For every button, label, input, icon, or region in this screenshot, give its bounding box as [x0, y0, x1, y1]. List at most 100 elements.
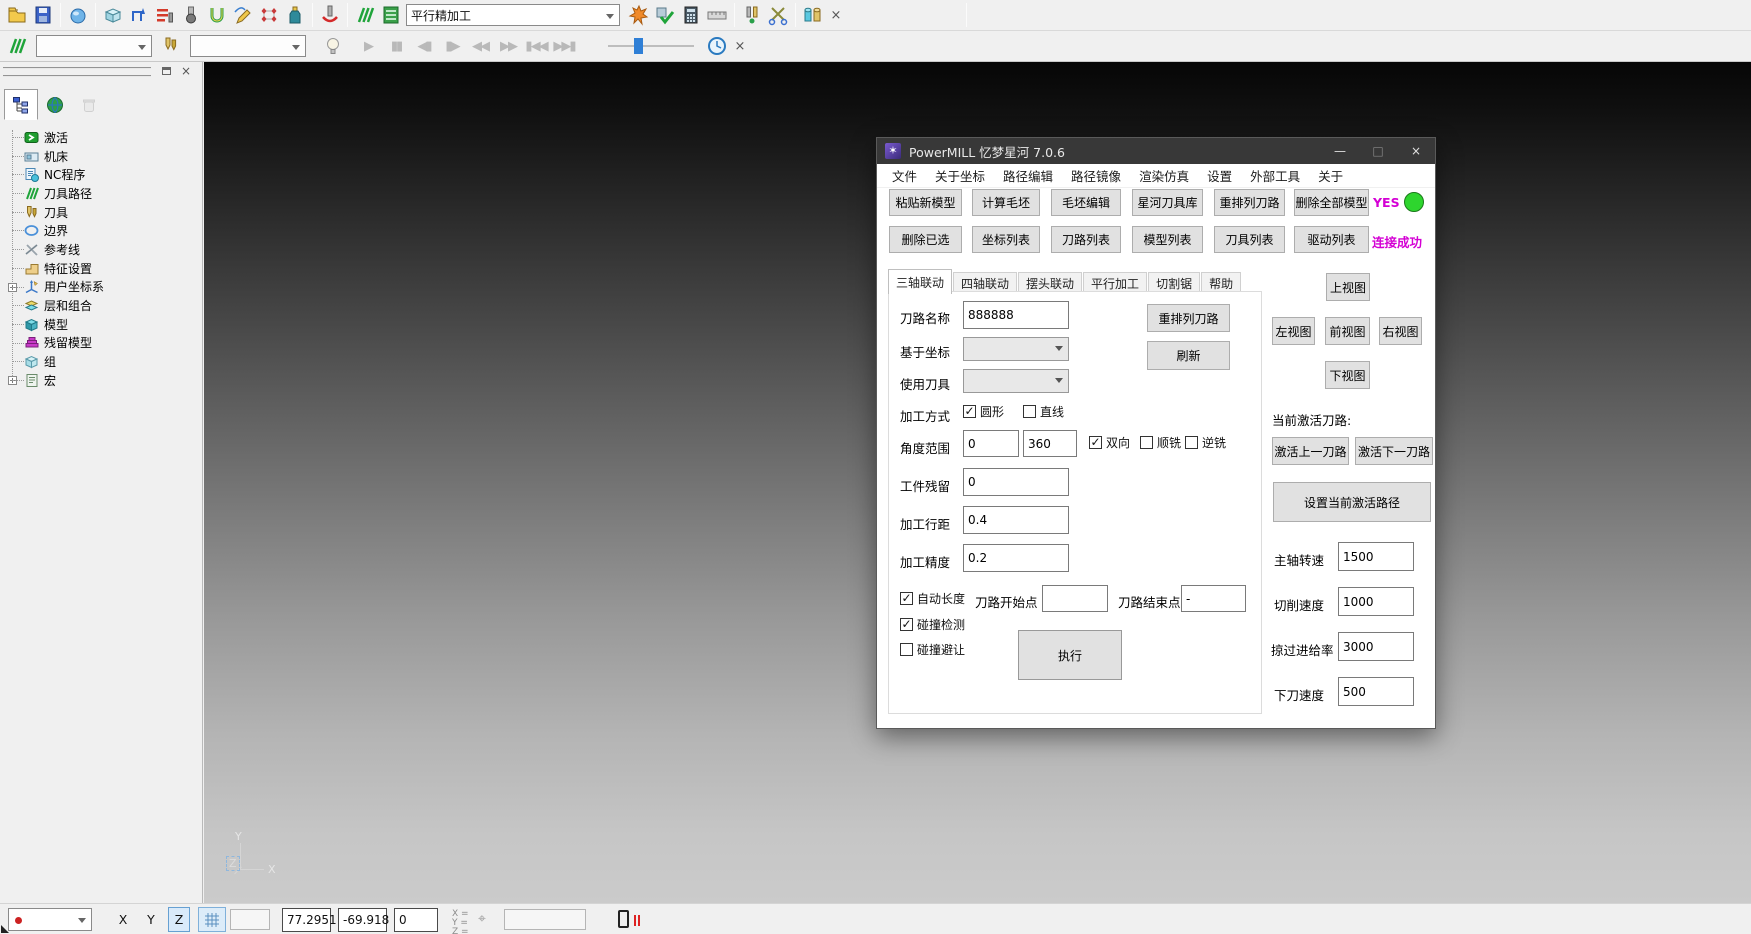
tolerance-input[interactable] [963, 544, 1069, 572]
tree-item-activate[interactable]: 激活 [6, 128, 202, 147]
rewind-icon[interactable]: ◀◀ [466, 34, 494, 58]
step-forward-icon[interactable]: ▮▶ [438, 34, 466, 58]
pattern-points-icon[interactable] [256, 2, 282, 28]
cutting-feed-input[interactable] [1338, 587, 1414, 616]
coord-combobox[interactable] [963, 337, 1069, 361]
save-project-icon[interactable] [30, 2, 56, 28]
linear-checkbox[interactable]: 直线 [1023, 403, 1064, 420]
edit-stock-button[interactable]: 毛坯编辑 [1051, 189, 1121, 216]
tree-item-patterns[interactable]: 参考线 [6, 240, 202, 259]
z-levels-icon[interactable] [152, 2, 178, 28]
grid-snap-icon[interactable] [198, 907, 226, 932]
sim-tool-combobox[interactable] [190, 35, 306, 57]
toolpath-name-input[interactable] [963, 301, 1069, 329]
dialog-titlebar[interactable]: ✶ PowerMILL 忆梦星河 7.0.6 — □ × [877, 138, 1435, 164]
panel-float-icon[interactable] [158, 64, 174, 78]
toolpath-limits-icon[interactable] [126, 2, 152, 28]
menu-path-edit[interactable]: 路径编辑 [994, 166, 1062, 185]
tree-item-toolpaths[interactable]: 刀具路径 [6, 184, 202, 203]
execute-button[interactable]: 执行 [1018, 630, 1122, 680]
tree-item-boundaries[interactable]: 边界 [6, 221, 202, 240]
drill-cycle-icon[interactable] [317, 2, 343, 28]
view-bottom-button[interactable]: 下视图 [1325, 361, 1370, 389]
menu-about[interactable]: 关于 [1309, 166, 1352, 185]
model-list-button[interactable]: 模型列表 [1132, 226, 1203, 253]
tool-library-button[interactable]: 星河刀具库 [1132, 189, 1203, 216]
view-right-button[interactable]: 右视图 [1379, 317, 1422, 345]
lightbulb-icon[interactable] [320, 33, 346, 59]
scissors-icon[interactable] [765, 2, 791, 28]
refresh-button[interactable]: 刷新 [1147, 341, 1230, 370]
tool-check-icon[interactable] [652, 2, 678, 28]
status-field-empty[interactable] [230, 909, 270, 930]
menu-path-mirror[interactable]: 路径镜像 [1062, 166, 1130, 185]
tree-item-models[interactable]: 模型 [6, 315, 202, 334]
axis-x-button[interactable]: X [112, 907, 134, 932]
go-end-icon[interactable]: ▶▶▮ [550, 34, 578, 58]
step-back-icon[interactable]: ◀▮ [410, 34, 438, 58]
tree-item-macros[interactable]: +宏 [6, 371, 202, 390]
menu-file[interactable]: 文件 [883, 166, 926, 185]
spindle-speed-input[interactable] [1338, 542, 1414, 571]
auto-length-checkbox[interactable]: ✓自动长度 [900, 590, 965, 607]
ruler-icon[interactable] [704, 2, 730, 28]
curve-editor-icon[interactable] [230, 2, 256, 28]
sim-toolbar-close-icon[interactable]: × [730, 36, 750, 56]
toolpath-icon[interactable] [352, 2, 378, 28]
device-pause-icon[interactable] [618, 910, 629, 928]
start-point-input[interactable] [1042, 585, 1108, 612]
rearrange-toolpaths-button[interactable]: 重排列刀路 [1214, 189, 1285, 216]
toolpath-sim-icon[interactable] [4, 33, 30, 59]
calculator-icon[interactable] [678, 2, 704, 28]
probe-icon[interactable]: ⌖ [478, 912, 486, 926]
go-start-icon[interactable]: ▮◀◀ [522, 34, 550, 58]
axis-z-button[interactable]: Z [168, 907, 190, 932]
delete-selected-button[interactable]: 删除已选 [889, 226, 962, 253]
boundary-icon[interactable] [204, 2, 230, 28]
close-button[interactable]: × [1397, 138, 1435, 164]
strategy-combobox[interactable]: 平行精加工 [406, 4, 620, 26]
activate-next-toolpath-button[interactable]: 激活下一刀路 [1355, 437, 1433, 465]
delete-all-models-button[interactable]: 删除全部模型 [1294, 189, 1369, 216]
slider-handle[interactable] [634, 38, 643, 54]
collision-avoid-checkbox[interactable]: 碰撞避让 [900, 641, 965, 658]
conventional-checkbox[interactable]: 逆铣 [1185, 434, 1226, 451]
toolpath-verify-icon[interactable] [626, 2, 652, 28]
tool-pair-icon[interactable] [739, 2, 765, 28]
collision-check-icon[interactable] [800, 2, 826, 28]
stepover-input[interactable] [963, 506, 1069, 534]
tab-explorer-tree[interactable] [4, 89, 38, 120]
status-field-long[interactable] [504, 909, 586, 930]
menu-settings[interactable]: 设置 [1198, 166, 1241, 185]
strategy-list-icon[interactable] [378, 2, 404, 28]
open-project-icon[interactable] [4, 2, 30, 28]
climb-checkbox[interactable]: 顺铣 [1140, 434, 1181, 451]
status-combobox[interactable] [8, 908, 92, 931]
angle-from-input[interactable] [963, 430, 1019, 457]
tree-item-feature-sets[interactable]: 特征设置 [6, 259, 202, 278]
block-icon[interactable] [100, 2, 126, 28]
tool-combobox[interactable] [963, 369, 1069, 393]
sim-toolpath-combobox[interactable] [36, 35, 152, 57]
sim-tool-icon[interactable] [158, 33, 184, 59]
clock-icon[interactable] [704, 33, 730, 59]
circular-checkbox[interactable]: ✓圆形 [963, 403, 1004, 420]
tab-explorer-trash[interactable] [72, 89, 106, 120]
panel-close-icon[interactable]: × [178, 64, 194, 78]
ball-tool-icon[interactable] [178, 2, 204, 28]
tree-item-levels-sets[interactable]: 层和组合 [6, 296, 202, 315]
rearrange-button[interactable]: 重排列刀路 [1147, 304, 1230, 332]
fast-forward-icon[interactable]: ▶▶ [494, 34, 522, 58]
tab-explorer-globe[interactable] [38, 89, 72, 120]
xyz-list-icon[interactable]: X =Y =Z = [452, 910, 469, 934]
coord-list-button[interactable]: 坐标列表 [972, 226, 1040, 253]
toolbar-close-icon[interactable]: × [826, 5, 846, 25]
sim-speed-slider[interactable] [608, 34, 694, 58]
skim-feed-input[interactable] [1338, 632, 1414, 661]
tool-holder-icon[interactable] [282, 2, 308, 28]
panel-grip[interactable] [3, 67, 151, 77]
tree-item-nc-program[interactable]: NC程序 [6, 165, 202, 184]
toolpath-list-button[interactable]: 刀路列表 [1051, 226, 1121, 253]
menu-render-sim[interactable]: 渲染仿真 [1130, 166, 1198, 185]
tab-3axis[interactable]: 三轴联动 [888, 269, 952, 294]
